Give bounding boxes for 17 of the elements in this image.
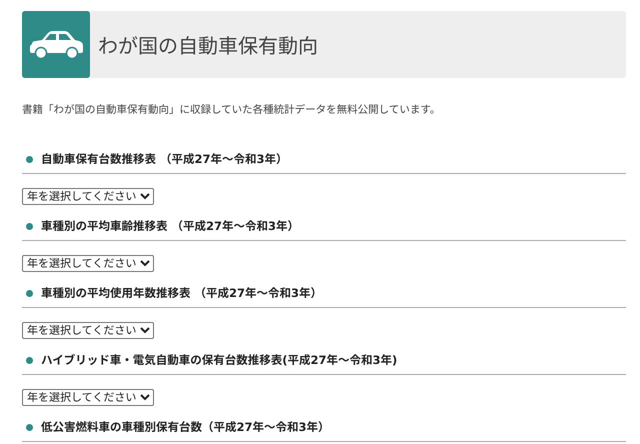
bullet-icon bbox=[26, 222, 33, 230]
section-heading: 低公害燃料車の車種別保有台数（平成27年～令和3年） bbox=[41, 419, 330, 435]
section-heading: 自動車保有台数推移表 （平成27年～令和3年） bbox=[41, 151, 288, 167]
section-heading: 車種別の平均使用年数推移表 （平成27年～令和3年） bbox=[41, 285, 322, 301]
bullet-icon bbox=[26, 156, 33, 162]
year-select[interactable]: 年を選択してください bbox=[22, 188, 154, 205]
car-icon bbox=[22, 11, 90, 78]
section-heading: 車種別の平均車齢推移表 （平成27年～令和3年） bbox=[41, 218, 300, 234]
bullet-icon bbox=[26, 290, 33, 296]
section-heading: ハイブリッド車・電気自動車の保有台数推移表(平成27年～令和3年) bbox=[41, 352, 398, 368]
description-text: 書籍「わが国の自動車保有動向」に収録していた各種統計データを無料公開しています。 bbox=[22, 103, 442, 117]
bullet-icon bbox=[26, 356, 33, 364]
year-select[interactable]: 年を選択してください bbox=[22, 389, 154, 406]
year-select[interactable]: 年を選択してください bbox=[22, 255, 154, 272]
page-title: わが国の自動車保有動向 bbox=[98, 33, 318, 59]
year-select[interactable]: 年を選択してください bbox=[22, 322, 154, 339]
bullet-icon bbox=[26, 424, 33, 430]
